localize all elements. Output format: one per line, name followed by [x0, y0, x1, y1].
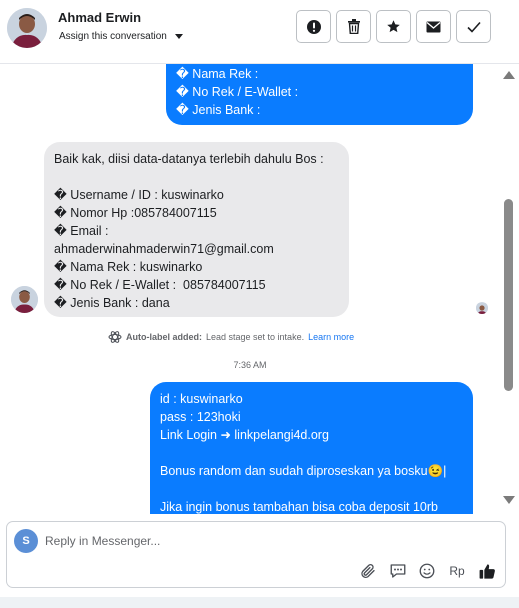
scroll-up-arrow-icon[interactable]: [503, 71, 515, 79]
atom-icon: [108, 331, 122, 343]
message-line: � Jenis Bank :: [176, 103, 261, 117]
sender-avatar[interactable]: [11, 286, 38, 313]
scrollbar-thumb[interactable]: [504, 199, 513, 391]
message-list[interactable]: � Nama Rek : � No Rek / E-Wallet : � Jen…: [0, 64, 519, 514]
auto-label-text: Lead stage set to intake.: [206, 332, 305, 342]
assign-label: Assign this conversation: [59, 31, 167, 42]
message-line: � Jenis Bank : dana: [54, 296, 170, 310]
conversation-header: Ahmad Erwin Assign this conversation: [0, 0, 519, 64]
star-button[interactable]: [376, 10, 411, 43]
assign-conversation-dropdown[interactable]: Assign this conversation: [59, 31, 183, 42]
message-line: � Nomor Hp :085784007115: [54, 206, 217, 220]
auto-label-title: Auto-label added:: [126, 332, 202, 342]
message-bubble-outgoing[interactable]: id : kuswinarko pass : 123hoki Link Logi…: [150, 382, 473, 514]
emoji-button[interactable]: [416, 560, 438, 582]
message-line: [54, 168, 339, 186]
contact-name[interactable]: Ahmad Erwin: [58, 10, 141, 25]
message-line: ahmaderwinahmaderwin71@gmail.com: [54, 242, 274, 256]
contact-avatar[interactable]: [7, 8, 47, 48]
auto-label-notice: Auto-label added: Lead stage set to inta…: [108, 330, 354, 344]
check-icon: [466, 21, 481, 33]
reply-composer: S Rp: [6, 521, 506, 588]
message-line: [160, 480, 463, 498]
bottom-strip: [0, 597, 519, 608]
message-bubble-incoming[interactable]: Baik kak, diisi data-datanya terlebih da…: [44, 142, 349, 317]
message-list-scrollbar[interactable]: [501, 64, 517, 514]
message-line: � Nama Rek :: [176, 67, 259, 81]
like-button[interactable]: [476, 560, 498, 582]
caret-down-icon: [174, 34, 183, 39]
currency-icon: Rp: [449, 564, 465, 578]
mark-spam-button[interactable]: [296, 10, 331, 43]
message-line: � Username / ID : kuswinarko: [54, 188, 224, 202]
saved-reply-button[interactable]: [387, 560, 409, 582]
message-line: id : kuswinarko: [160, 392, 243, 406]
star-icon: [387, 20, 400, 33]
page-avatar: S: [14, 529, 38, 553]
payment-button[interactable]: Rp: [446, 560, 468, 582]
saved-reply-icon: [390, 564, 406, 578]
learn-more-link[interactable]: Learn more: [308, 332, 354, 342]
message-line: � No Rek / E-Wallet :: [176, 85, 299, 99]
message-line: [160, 444, 463, 462]
scroll-down-arrow-icon[interactable]: [503, 496, 515, 504]
trash-icon: [347, 19, 360, 34]
message-line: Baik kak, diisi data-datanya terlebih da…: [54, 152, 324, 166]
delete-button[interactable]: [336, 10, 371, 43]
message-line: Bonus random dan sudah diproseskan ya bo…: [160, 464, 447, 478]
message-line: � Nama Rek : kuswinarko: [54, 260, 203, 274]
message-timestamp: 7:36 AM: [233, 360, 267, 370]
mark-unread-button[interactable]: [416, 10, 451, 43]
envelope-icon: [426, 21, 441, 32]
seen-indicator-avatar: [476, 302, 488, 314]
emoji-icon: [419, 563, 435, 579]
message-line: Link Login ➜ linkpelangi4d.org: [160, 428, 329, 442]
exclamation-icon: [306, 19, 321, 34]
message-line: pass : 123hoki: [160, 410, 241, 424]
mark-done-button[interactable]: [456, 10, 491, 43]
message-line: � No Rek / E-Wallet : 085784007115: [54, 278, 266, 292]
message-line: Jika ingin bonus tambahan bisa coba depo…: [160, 500, 438, 514]
attach-file-button[interactable]: [357, 560, 379, 582]
reply-input[interactable]: [45, 530, 485, 552]
message-line: � Email :: [54, 224, 109, 238]
message-bubble-outgoing[interactable]: � Nama Rek : � No Rek / E-Wallet : � Jen…: [166, 64, 473, 125]
paperclip-icon: [361, 564, 375, 578]
thumbs-up-icon: [479, 563, 495, 579]
